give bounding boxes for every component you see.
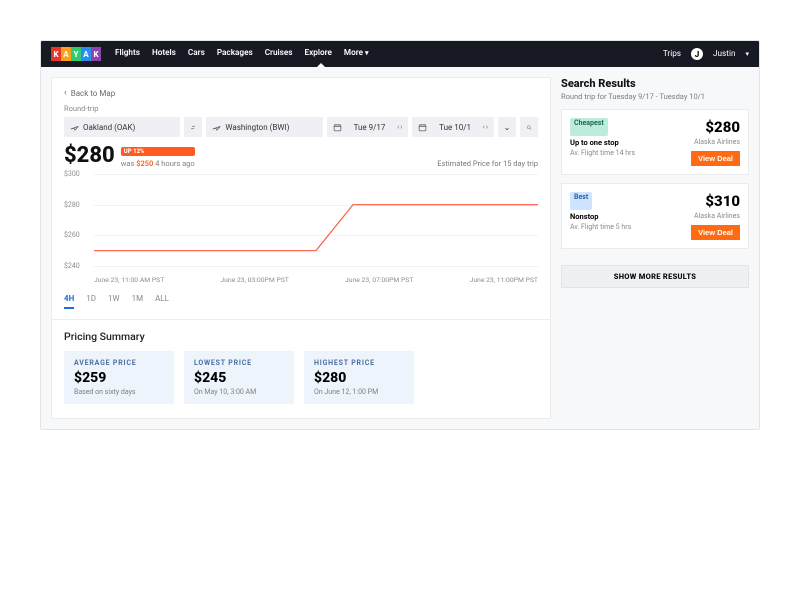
chevron-right-icon[interactable]: ›	[486, 123, 488, 131]
summary-card-value: $245	[194, 370, 284, 386]
plane-icon	[212, 123, 221, 132]
summary-card-sub: On June 12, 1:00 PM	[314, 388, 404, 396]
summary-card: AVERAGE PRICE $259 Based on sixty days	[64, 351, 174, 404]
view-deal-button[interactable]: View Deal	[691, 151, 740, 166]
range-tab-1w[interactable]: 1W	[108, 294, 120, 309]
current-price: $280	[64, 145, 115, 167]
results-subtitle: Round trip for Tuesday 9/17 - Tuesday 10…	[561, 92, 749, 101]
chart-x-tick: June 23, 07:00PM PST	[345, 276, 413, 284]
deal-price: $310	[691, 192, 740, 210]
chevron-down-icon: ▾	[365, 49, 369, 57]
summary-card-label: AVERAGE PRICE	[74, 359, 164, 367]
show-more-results-button[interactable]: SHOW MORE RESULTS	[561, 265, 749, 288]
dest-value: Washington (BWI)	[225, 123, 289, 132]
chart-y-tick: $280	[64, 201, 80, 209]
plane-icon	[70, 123, 79, 132]
price-change-badge: UP 12%	[121, 147, 195, 156]
deal-flight-time: Av. Flight time 14 hrs	[570, 149, 685, 166]
deal-flight-time: Av. Flight time 5 hrs	[570, 223, 685, 240]
results-title: Search Results	[561, 77, 749, 90]
return-value: Tue 10/1	[439, 123, 471, 132]
app-window: KAYAK Flights Hotels Cars Packages Cruises Ex…	[40, 40, 760, 430]
chart-x-tick: June 23, 11:00PM PST	[470, 276, 538, 284]
summary-cards: AVERAGE PRICE $259 Based on sixty daysLO…	[64, 351, 538, 404]
summary-card-label: HIGHEST PRICE	[314, 359, 404, 367]
nav-items: Flights Hotels Cars Packages Cruises Explore M…	[115, 48, 369, 60]
chevron-right-icon[interactable]: ›	[400, 123, 402, 131]
chevron-left-icon: ‹	[64, 88, 67, 98]
chevron-left-icon[interactable]: ‹	[483, 123, 485, 131]
range-tab-all[interactable]: ALL	[155, 294, 169, 309]
range-tabs: 4H 1D 1W 1M ALL	[64, 294, 538, 309]
estimate-note: Estimated Price for 15 day trip	[437, 159, 538, 168]
depart-date-field[interactable]: Tue 9/17 ‹›	[327, 117, 409, 137]
pricing-summary-title: Pricing Summary	[64, 330, 538, 343]
back-to-map-link[interactable]: ‹ Back to Map	[64, 88, 538, 98]
swap-button[interactable]	[184, 117, 202, 137]
nav-item-cars[interactable]: Cars	[188, 48, 205, 60]
summary-card-sub: Based on sixty days	[74, 388, 164, 396]
summary-card: LOWEST PRICE $245 On May 10, 3:00 AM	[184, 351, 294, 404]
deal-airline: Alaska Airlines	[691, 212, 740, 221]
chart-x-tick: June 23, 11:00 AM PST	[94, 276, 164, 284]
chevron-down-icon: ⌄	[504, 123, 511, 132]
search-button[interactable]	[520, 117, 538, 137]
deal-card: Best $310 Nonstop Alaska Airlines Av. Fl…	[561, 183, 749, 249]
chart-y-tick: $300	[64, 170, 80, 178]
summary-card-value: $259	[74, 370, 164, 386]
summary-card-value: $280	[314, 370, 404, 386]
divider	[52, 319, 550, 320]
swap-icon	[190, 123, 196, 132]
return-date-field[interactable]: Tue 10/1 ‹›	[412, 117, 494, 137]
chart-x-tick: June 23, 03:00PM PST	[220, 276, 288, 284]
calendar-icon	[418, 123, 427, 132]
chart-y-tick: $260	[64, 231, 80, 239]
origin-field[interactable]: Oakland (OAK)	[64, 117, 180, 137]
search-row: Oakland (OAK) Washington (BWI) Tue 9/17 …	[64, 117, 538, 137]
search-icon	[526, 123, 532, 132]
deal-airline: Alaska Airlines	[691, 138, 740, 147]
summary-card: HIGHEST PRICE $280 On June 12, 1:00 PM	[304, 351, 414, 404]
deal-tag: Cheapest	[570, 118, 608, 136]
results-panel: Search Results Round trip for Tuesday 9/…	[561, 77, 749, 419]
nav-item-more[interactable]: More ▾	[344, 48, 369, 60]
deal-stops: Up to one stop	[570, 138, 685, 147]
back-label: Back to Map	[71, 89, 115, 98]
nav-trips[interactable]: Trips	[663, 49, 681, 59]
chevron-left-icon[interactable]: ‹	[397, 123, 399, 131]
view-deal-button[interactable]: View Deal	[691, 225, 740, 240]
calendar-icon	[333, 123, 342, 132]
nav-item-hotels[interactable]: Hotels	[152, 48, 176, 60]
nav-item-cruises[interactable]: Cruises	[265, 48, 293, 60]
origin-value: Oakland (OAK)	[83, 123, 135, 132]
chart-y-tick: $240	[64, 262, 80, 270]
main-panel: ‹ Back to Map Round-trip Oakland (OAK) W…	[51, 77, 551, 419]
range-tab-1d[interactable]: 1D	[86, 294, 96, 309]
range-tab-4h[interactable]: 4H	[64, 294, 74, 309]
nav-item-explore[interactable]: Explore	[305, 48, 332, 60]
depart-value: Tue 9/17	[354, 123, 386, 132]
nav-username[interactable]: Justin	[713, 49, 735, 59]
range-tab-1m[interactable]: 1M	[132, 294, 143, 309]
price-history-chart[interactable]: $240$260$280$300June 23, 11:00 AM PSTJun…	[64, 174, 538, 284]
deal-stops: Nonstop	[570, 212, 685, 221]
top-nav: KAYAK Flights Hotels Cars Packages Cruises Ex…	[41, 41, 759, 67]
chevron-down-icon[interactable]: ▾	[745, 50, 749, 58]
nav-item-packages[interactable]: Packages	[217, 48, 253, 60]
avatar[interactable]: J	[691, 48, 703, 60]
deal-tag: Best	[570, 192, 592, 210]
deal-price: $280	[691, 118, 740, 136]
price-was-line: was $250 4 hours ago	[121, 159, 195, 168]
nav-item-flights[interactable]: Flights	[115, 48, 140, 60]
deal-card: Cheapest $280 Up to one stop Alaska Airl…	[561, 109, 749, 175]
summary-card-label: LOWEST PRICE	[194, 359, 284, 367]
chevron-down-stepper[interactable]: ⌄	[498, 117, 516, 137]
dest-field[interactable]: Washington (BWI)	[206, 117, 322, 137]
trip-type[interactable]: Round-trip	[64, 104, 538, 113]
summary-card-sub: On May 10, 3:00 AM	[194, 388, 284, 396]
brand-logo[interactable]: KAYAK	[51, 47, 101, 61]
